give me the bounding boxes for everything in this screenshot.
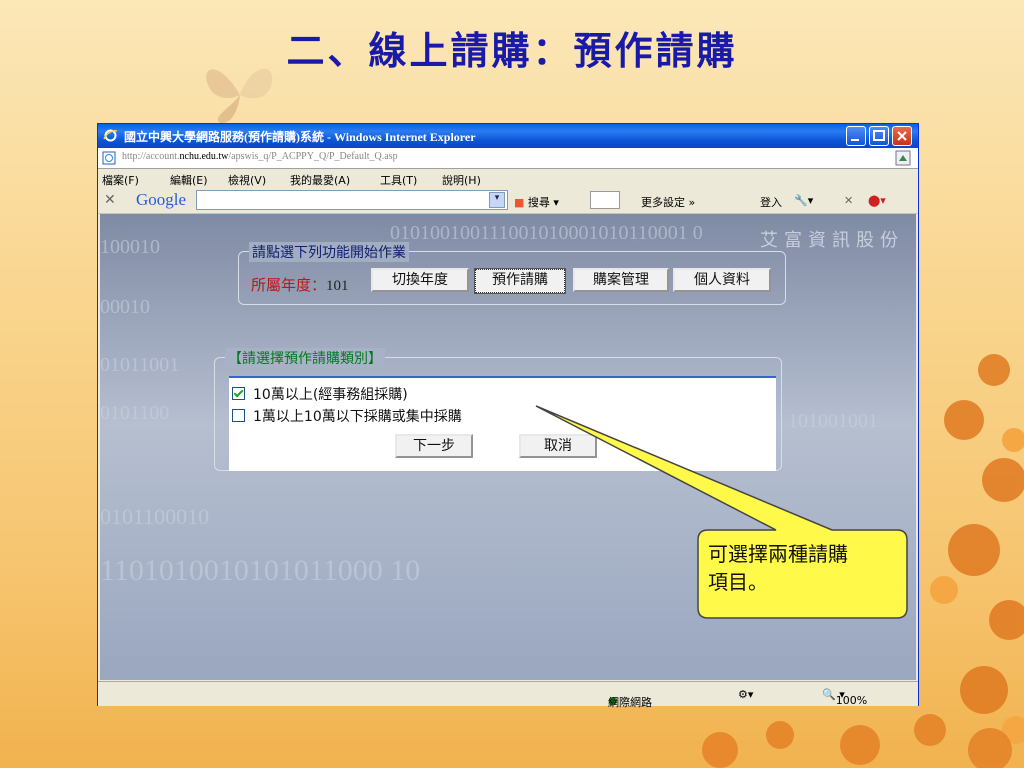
option-over-100k[interactable]: 10萬以上(經事務組採購) bbox=[232, 384, 408, 404]
sign-in-link[interactable]: 登入 bbox=[760, 194, 782, 210]
cancel-button[interactable]: 取消 bbox=[519, 434, 597, 458]
bg-binary: 0101100 bbox=[100, 402, 170, 424]
status-bar: ● 網際網路 ⚙▾ 🔍 100% ▾ bbox=[98, 681, 918, 709]
maximize-icon bbox=[873, 130, 885, 141]
category-group-legend: 【請選擇預作請購類別】 bbox=[225, 348, 385, 368]
google-search-input[interactable]: ▾ bbox=[196, 190, 508, 210]
slide-title: 二、線上請購：預作請購 bbox=[286, 28, 738, 73]
google-logo: Google bbox=[136, 190, 187, 209]
bg-binary: 0101100010 bbox=[100, 504, 210, 529]
category-group: 【請選擇預作請購類別】 10萬以上(經事務組採購) 1萬以上10萬以下採購或集中… bbox=[214, 348, 782, 471]
bg-binary: 100010 bbox=[100, 236, 160, 258]
google-search-button[interactable]: ■ 搜尋 ▾ bbox=[514, 194, 559, 210]
google-colors-icon: ■ bbox=[514, 196, 525, 209]
menu-tools[interactable]: 工具(T) bbox=[380, 172, 417, 188]
pre-purchase-button[interactable]: 預作請購 bbox=[474, 268, 566, 294]
menu-help[interactable]: 說明(H) bbox=[442, 172, 481, 188]
ie-window: 國立中興大學網路服務(預作請購)系統 - Windows Internet Ex… bbox=[97, 123, 919, 709]
option-10k-to-100k[interactable]: 1萬以上10萬以下採購或集中採購 bbox=[232, 406, 462, 426]
close-icon bbox=[897, 131, 907, 141]
case-management-button[interactable]: 購案管理 bbox=[573, 268, 669, 292]
web-content: 100010 010100100111001010001010110001 0 … bbox=[100, 214, 916, 680]
callout-line-2: 項目。 bbox=[708, 570, 768, 594]
category-options-panel: 10萬以上(經事務組採購) 1萬以上10萬以下採購或集中採購 下一步 取消 bbox=[229, 376, 776, 471]
company-watermark: 艾富資訊股份 bbox=[760, 230, 904, 251]
bg-binary: 01011001 bbox=[100, 354, 180, 376]
menu-bar: 檔案(F) 編輯(E) 檢視(V) 我的最愛(A) 工具(T) 說明(H) bbox=[98, 169, 918, 187]
toolbar-close-icon[interactable]: ✕ bbox=[104, 192, 116, 209]
toolbar-close-icon-2[interactable]: ✕ bbox=[844, 194, 853, 207]
checkbox-unchecked-icon[interactable] bbox=[232, 409, 245, 422]
close-button[interactable] bbox=[892, 126, 912, 146]
protected-mode-icon[interactable]: ⚙▾ bbox=[738, 688, 753, 701]
bg-binary: 010100100111001010001010110001 0 bbox=[390, 222, 703, 244]
personal-info-button[interactable]: 個人資料 bbox=[673, 268, 771, 292]
flower-decoration-right bbox=[930, 354, 1024, 744]
compatibility-icon[interactable] bbox=[895, 150, 911, 166]
minimize-button[interactable] bbox=[846, 126, 866, 146]
page-icon bbox=[102, 151, 116, 165]
menu-file[interactable]: 檔案(F) bbox=[102, 172, 139, 188]
switch-year-button[interactable]: 切換年度 bbox=[371, 268, 469, 292]
window-titlebar[interactable]: 國立中興大學網路服務(預作請購)系統 - Windows Internet Ex… bbox=[98, 124, 918, 148]
callout-text: 可選擇兩種請購 項目。 bbox=[708, 540, 902, 596]
ie-logo-icon bbox=[103, 129, 118, 142]
function-group-legend: 請點選下列功能開始作業 bbox=[249, 242, 409, 262]
checkbox-checked-icon[interactable] bbox=[232, 387, 245, 400]
bg-binary: 0101001001 bbox=[788, 594, 888, 616]
bg-binary: 101001001 bbox=[788, 410, 878, 432]
address-bar[interactable]: http://account.nchu.edu.tw/apswis_q/P_AC… bbox=[98, 148, 918, 169]
menu-view[interactable]: 檢視(V) bbox=[228, 172, 266, 188]
menu-favorites[interactable]: 我的最愛(A) bbox=[290, 172, 350, 188]
fiscal-year: 所屬年度：101 bbox=[251, 276, 349, 294]
zoom-control[interactable]: 🔍 100% ▾ bbox=[822, 688, 867, 707]
function-group: 請點選下列功能開始作業 所屬年度：101 切換年度 預作請購 購案管理 個人資料 bbox=[238, 242, 786, 305]
bg-binary: 00010 bbox=[100, 296, 150, 318]
search-dropdown-icon[interactable]: ▾ bbox=[489, 192, 505, 208]
maximize-button[interactable] bbox=[869, 126, 889, 146]
next-step-button[interactable]: 下一步 bbox=[395, 434, 473, 458]
bg-binary: 1101010010101011000 10 bbox=[100, 554, 421, 587]
more-settings-button[interactable]: 更多設定 » bbox=[641, 194, 695, 210]
menu-edit[interactable]: 編輯(E) bbox=[170, 172, 208, 188]
google-toolbar: ✕ Google ▾ ■ 搜尋 ▾ 更多設定 » 登入 🔧▾ ✕ ⬤▾ bbox=[98, 187, 918, 214]
address-url[interactable]: http://account.nchu.edu.tw/apswis_q/P_AC… bbox=[122, 151, 398, 162]
minimize-icon bbox=[851, 139, 859, 141]
toolbar-window-button[interactable] bbox=[590, 191, 620, 209]
window-title: 國立中興大學網路服務(預作請購)系統 - Windows Internet Ex… bbox=[124, 130, 476, 144]
wrench-icon[interactable]: 🔧▾ bbox=[794, 194, 813, 207]
callout-line-1: 可選擇兩種請購 bbox=[708, 542, 848, 566]
pdf-icon[interactable]: ⬤▾ bbox=[868, 194, 886, 207]
